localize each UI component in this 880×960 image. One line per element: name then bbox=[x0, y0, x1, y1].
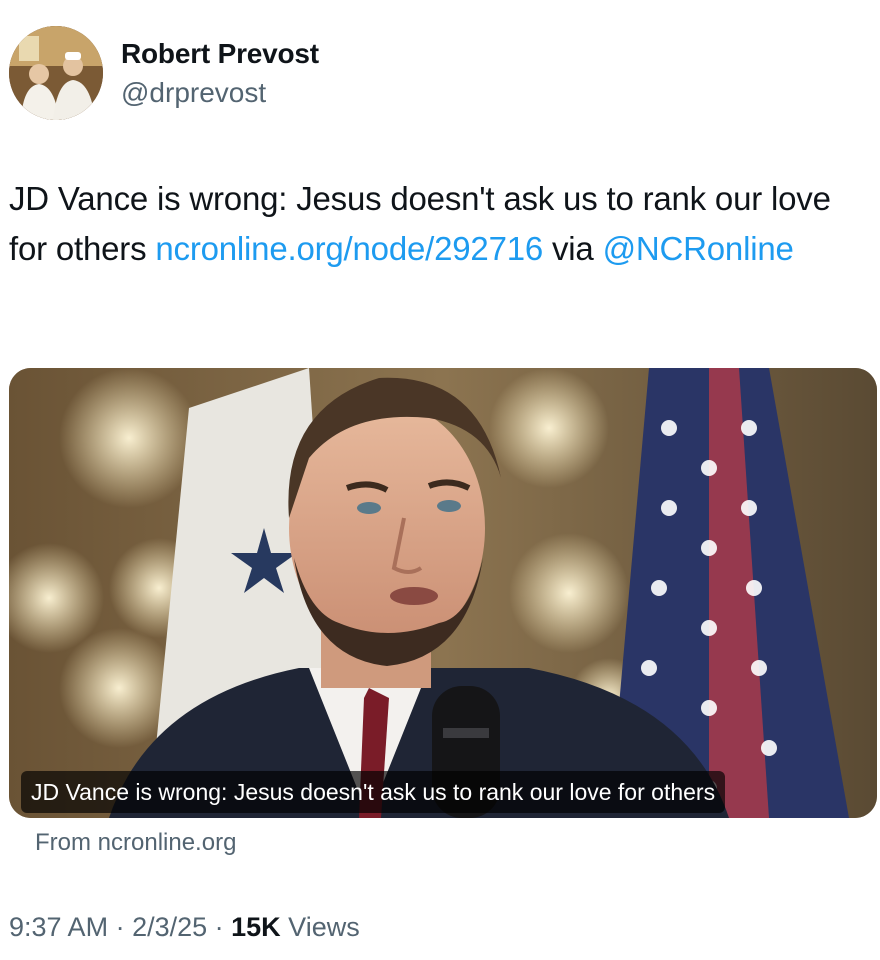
card-caption: JD Vance is wrong: Jesus doesn't ask us … bbox=[21, 771, 726, 813]
tweet-meta: 9:37 AM · 2/3/25 · 15K Views bbox=[9, 912, 360, 943]
avatar-photo bbox=[9, 26, 103, 120]
tweet-link[interactable]: ncronline.org/node/292716 bbox=[155, 230, 543, 267]
views-count[interactable]: 15K bbox=[231, 912, 281, 942]
link-card[interactable] bbox=[9, 368, 877, 818]
meta-separator: · bbox=[108, 912, 133, 942]
author-handle[interactable]: @drprevost bbox=[121, 77, 266, 109]
author-name[interactable]: Robert Prevost bbox=[121, 38, 319, 70]
mention-link[interactable]: @NCRonline bbox=[603, 230, 794, 267]
avatar[interactable] bbox=[9, 26, 103, 120]
views-label[interactable]: Views bbox=[281, 912, 360, 942]
card-source[interactable]: From ncronline.org bbox=[35, 829, 236, 857]
tweet-date[interactable]: 2/3/25 bbox=[132, 912, 207, 942]
tweet-text-part2: via bbox=[543, 230, 603, 267]
tweet-time[interactable]: 9:37 AM bbox=[9, 912, 108, 942]
tweet-text: JD Vance is wrong: Jesus doesn't ask us … bbox=[9, 174, 859, 274]
card-image bbox=[9, 368, 877, 818]
meta-separator-2: · bbox=[207, 912, 232, 942]
